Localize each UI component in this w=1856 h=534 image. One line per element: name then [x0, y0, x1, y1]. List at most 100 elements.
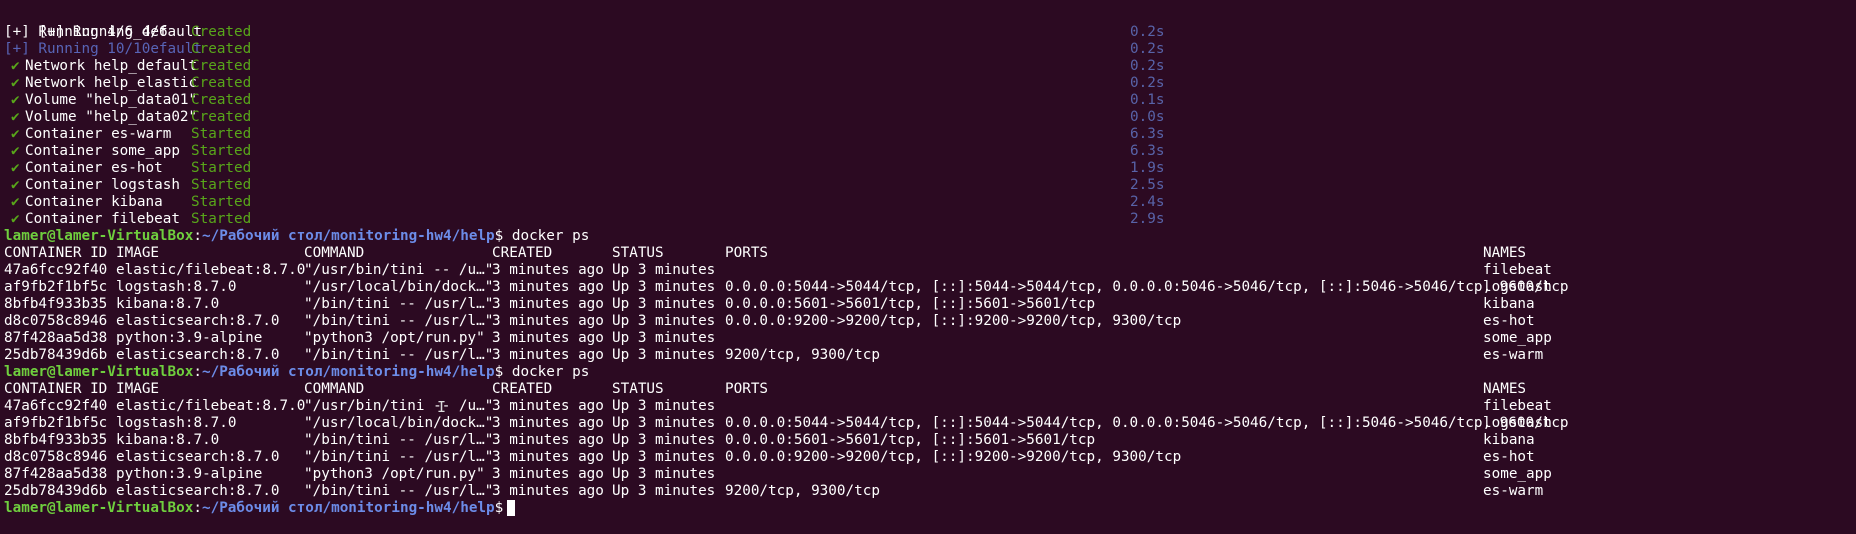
cell-command: "/usr/bin/tini -- /u…" [304, 398, 494, 414]
compose-item: ✔ Container filebeat Started 2.9s [4, 211, 1852, 228]
cell-image: elasticsearch:8.7.0 [116, 347, 280, 363]
ps-header-image: IMAGE [116, 381, 160, 397]
cell-status: Up 3 minutes [612, 483, 716, 499]
check-icon: ✔ [11, 194, 20, 210]
cell-names: es-warm [1483, 347, 1544, 363]
cell-container-id: 8bfb4f933b35 [4, 432, 108, 448]
ps-header-image: IMAGE [116, 245, 160, 261]
cell-names: es-warm [1483, 483, 1544, 499]
cell-image: logstash:8.7.0 [116, 415, 237, 431]
cell-container-id: 25db78439d6b [4, 483, 108, 499]
cell-status: Up 3 minutes [612, 296, 716, 312]
cell-names: some_app [1483, 466, 1552, 482]
cell-status: Up 3 minutes [612, 313, 716, 329]
mouse-ibeam-icon: I [437, 398, 447, 416]
compose-header-line: [+] Running 4/6_default Created 0.2s [4, 24, 1852, 41]
cell-created: 3 minutes ago [492, 466, 604, 482]
cell-command: "python3 /opt/run.py" [304, 330, 485, 346]
cell-command: "/bin/tini -- /usr/l…" [304, 483, 494, 499]
cell-created: 3 minutes ago [492, 415, 604, 431]
check-icon: ✔ [11, 126, 20, 142]
cell-created: 3 minutes ago [492, 347, 604, 363]
check-icon: ✔ [11, 143, 20, 159]
cell-ports: 0.0.0.0:5044->5044/tcp, [::]:5044->5044/… [725, 279, 1569, 295]
cell-container-id: 25db78439d6b [4, 347, 108, 363]
ps-header-row: CONTAINER ID IMAGE COMMAND CREATED STATU… [4, 381, 1852, 398]
status-text: Started [191, 211, 252, 227]
status-text: Created [191, 58, 252, 74]
cell-names: kibana [1483, 432, 1535, 448]
cell-names: filebeat [1483, 262, 1552, 278]
cell-created: 3 minutes ago [492, 483, 604, 499]
table-row: 87f428aa5d38 python:3.9-alpine "python3 /o… [4, 330, 1852, 347]
cell-names: logstash [1483, 415, 1552, 431]
cell-created: 3 minutes ago [492, 262, 604, 278]
prompt-user-host: lamer@lamer-VirtualBox [4, 364, 194, 380]
cell-image: elasticsearch:8.7.0 [116, 483, 280, 499]
duration-text: 0.1s [1130, 92, 1165, 108]
compose-items-list: ✔ Network help_default Created 0.2s ✔ Networ… [4, 58, 1852, 228]
prompt-path: ~/Рабочий стол/monitoring-hw4/help [201, 228, 495, 244]
compose-item: ✔ Network help_default Created 0.2s [4, 58, 1852, 75]
prompt-symbol: $ [494, 228, 504, 244]
cell-container-id: 8bfb4f933b35 [4, 296, 108, 312]
table-row: d8c0758c8946 elasticsearch:8.7.0 "/bin/tin… [4, 449, 1852, 466]
check-icon: ✔ [11, 75, 20, 91]
compose-item-name: Container es-warm [25, 126, 172, 142]
compose-item: ✔ Network help_elastic Created 0.2s [4, 75, 1852, 92]
ps-header-row: CONTAINER ID IMAGE COMMAND CREATED STATU… [4, 245, 1852, 262]
status-text: Started [191, 160, 252, 176]
duration-text: 0.2s [1130, 58, 1165, 74]
status-text: Created [191, 92, 252, 108]
text-cursor[interactable] [507, 500, 516, 516]
check-icon: ✔ [11, 109, 20, 125]
table-row: 8bfb4f933b35 kibana:8.7.0 "/bin/tini -- /u… [4, 296, 1852, 313]
cell-command: "/bin/tini -- /usr/l…" [304, 347, 494, 363]
terminal-window[interactable]: [+] Running 4/6 [+] Running 4/6_default … [4, 7, 1852, 516]
cell-status: Up 3 minutes [612, 415, 716, 431]
prompt-path: ~/Рабочий стол/monitoring-hw4/help [201, 364, 495, 380]
cell-names: kibana [1483, 296, 1535, 312]
duration-text: 1.9s [1130, 160, 1165, 176]
prompt-line-active[interactable]: lamer@lamer-VirtualBox:~/Рабочий стол/mo… [4, 500, 1852, 517]
ps-header-command: COMMAND [304, 245, 365, 261]
duration-text: 0.2s [1130, 75, 1165, 91]
check-icon: ✔ [11, 92, 20, 108]
cell-created: 3 minutes ago [492, 296, 604, 312]
ps-header-status: STATUS [612, 245, 664, 261]
prompt-command: docker ps [511, 228, 590, 244]
table-row: af9fb2f1bf5c logstash:8.7.0 "/usr/local/bi… [4, 279, 1852, 296]
cell-container-id: af9fb2f1bf5c [4, 415, 108, 431]
cell-image: python:3.9-alpine [116, 466, 263, 482]
ps-header-container-id: CONTAINER ID [4, 245, 108, 261]
cell-container-id: 47a6fcc92f40 [4, 398, 108, 414]
compose-item-name: Container es-hot [25, 160, 163, 176]
cell-ports: 0.0.0.0:9200->9200/tcp, [::]:9200->9200/… [725, 313, 1182, 329]
table-row: af9fb2f1bf5c logstash:8.7.0 "/usr/local/bi… [4, 415, 1852, 432]
compose-item-name: Network help_elastic [25, 75, 198, 91]
cell-names: some_app [1483, 330, 1552, 346]
duration-text: 6.3s [1130, 143, 1165, 159]
duration-text: 2.4s [1130, 194, 1165, 210]
status-text: Created [191, 109, 252, 125]
cell-created: 3 minutes ago [492, 330, 604, 346]
cell-names: logstash [1483, 279, 1552, 295]
cell-image: elastic/filebeat:8.7.0 [116, 398, 306, 414]
compose-item-name: Volume "help_data02" [25, 109, 198, 125]
cell-ports: 0.0.0.0:5044->5044/tcp, [::]:5044->5044/… [725, 415, 1569, 431]
compose-item: ✔ Volume "help_data02" Created 0.0s [4, 109, 1852, 126]
table-row: 47a6fcc92f40 elastic/filebeat:8.7.0 "/usr/… [4, 398, 1852, 415]
compose-item-name: Volume "help_data01" [25, 92, 198, 108]
cell-names: es-hot [1483, 313, 1535, 329]
cell-created: 3 minutes ago [492, 313, 604, 329]
compose-item: ✔ Container es-hot Started 1.9s [4, 160, 1852, 177]
cell-command: "/bin/tini -- /usr/l…" [304, 296, 494, 312]
ps-header-ports: PORTS [725, 381, 769, 397]
ps-header-ports: PORTS [725, 245, 769, 261]
ps-header-container-id: CONTAINER ID [4, 381, 108, 397]
cell-image: logstash:8.7.0 [116, 279, 237, 295]
cell-command: "/bin/tini -- /usr/l…" [304, 432, 494, 448]
compose-header-line: [+] Running 10/10efault Created 0.2s [4, 41, 1852, 58]
cell-container-id: 87f428aa5d38 [4, 466, 108, 482]
duration-text: 0.0s [1130, 109, 1165, 125]
